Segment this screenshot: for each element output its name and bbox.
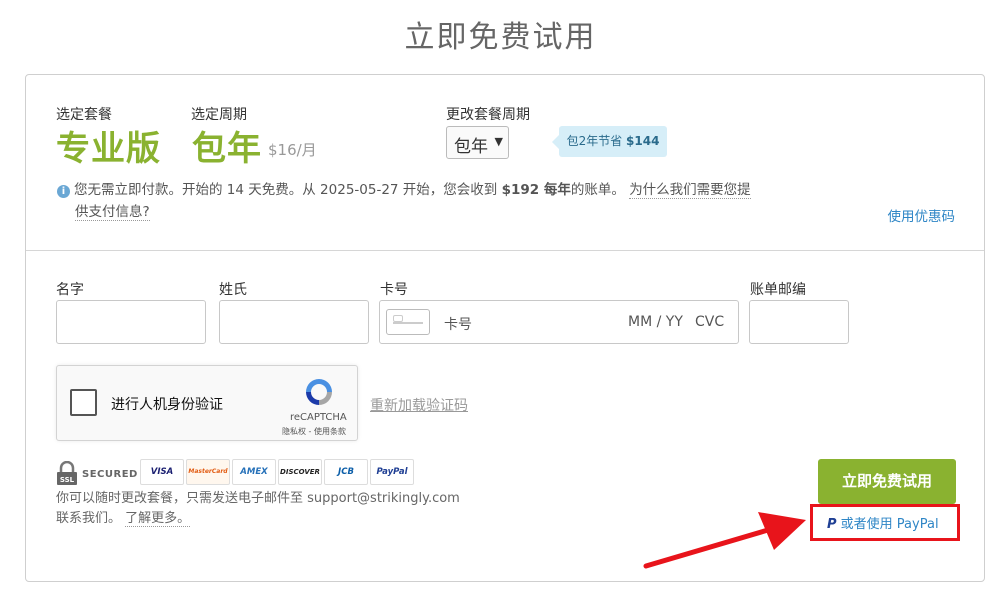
savings-badge: 包2年节省 $144 xyxy=(552,126,667,157)
recaptcha-terms[interactable]: 隐私权 - 使用条款 xyxy=(282,426,346,437)
change-period-label: 更改套餐周期 xyxy=(446,107,530,123)
chevron-down-icon: ▼ xyxy=(494,135,503,148)
recaptcha-widget: 进行人机身份验证 reCAPTCHA 隐私权 - 使用条款 xyxy=(56,365,358,441)
paypal-link[interactable]: P 或者使用 PayPal xyxy=(827,513,939,532)
billing-amount: $192 每年 xyxy=(501,182,571,198)
price-per-month: $16/月 xyxy=(268,141,317,159)
ssl-secured-badge: SSL SECURED xyxy=(56,457,137,487)
recaptcha-icon xyxy=(306,379,332,405)
credit-card-icon xyxy=(386,309,430,335)
amex-card-icon: AMEX xyxy=(232,459,276,485)
red-arrow-annotation xyxy=(643,512,806,569)
card-number-label: 卡号 xyxy=(380,282,408,298)
checkout-card: 选定套餐 专业版 选定周期 包年 $16/月 更改套餐周期 包年 ▼ 包2年节省… xyxy=(25,74,985,582)
savings-text: 包2年节省 xyxy=(566,134,623,148)
recaptcha-brand: reCAPTCHA xyxy=(290,412,347,423)
plan-value: 专业版 xyxy=(56,129,161,169)
start-trial-button[interactable]: 立即免费试用 xyxy=(818,459,956,504)
cvc-placeholder: CVC xyxy=(695,314,725,330)
coupon-link[interactable]: 使用优惠码 xyxy=(888,205,956,225)
recaptcha-label: 进行人机身份验证 xyxy=(111,397,223,413)
billing-info-text-2: 的账单。 xyxy=(570,182,625,198)
page-title: 立即免费试用 xyxy=(404,20,597,55)
learn-more-link[interactable]: 了解更多。 xyxy=(125,511,191,527)
jcb-card-icon: JCB xyxy=(324,459,368,485)
info-icon: i xyxy=(57,185,70,198)
why-payment-link[interactable]: 为什么我们需要您提 xyxy=(629,182,751,199)
period-select-value: 包年 xyxy=(454,137,488,157)
why-payment-link-2[interactable]: 供支付信息? xyxy=(75,204,150,221)
card-number-field[interactable]: 卡号 MM / YY CVC xyxy=(379,300,739,344)
paypal-icon: P xyxy=(827,517,837,532)
first-name-label: 名字 xyxy=(56,282,84,298)
last-name-label: 姓氏 xyxy=(219,282,247,298)
section-divider xyxy=(26,250,984,251)
savings-amount: $144 xyxy=(626,134,660,148)
mastercard-icon: MasterCard xyxy=(186,459,230,485)
card-number-placeholder: 卡号 xyxy=(444,317,472,333)
ssl-lock-text: SSL xyxy=(60,476,75,484)
last-name-field[interactable] xyxy=(219,300,369,344)
ssl-secured-text: SECURED xyxy=(82,469,138,480)
discover-card-icon: DISCOVER xyxy=(278,459,322,485)
footer-note: 你可以随时更改套餐，只需发送电子邮件至 support@strikingly.c… xyxy=(56,489,476,529)
footer-text: 你可以随时更改套餐，只需发送电子邮件至 support@strikingly.c… xyxy=(56,491,460,526)
zip-label: 账单邮编 xyxy=(750,282,806,298)
reload-captcha-link[interactable]: 重新加载验证码 xyxy=(370,395,468,415)
period-select[interactable]: 包年 ▼ xyxy=(446,126,509,159)
first-name-field[interactable] xyxy=(56,300,206,344)
billing-info: i 您无需立即付款。开始的 14 天免费。从 2025-05-27 开始，您会收到… xyxy=(57,179,757,223)
billing-info-text: 您无需立即付款。开始的 14 天免费。从 2025-05-27 开始，您会收到 xyxy=(74,182,498,198)
period-value: 包年 xyxy=(192,129,262,169)
lock-icon: SSL xyxy=(57,461,77,485)
expiry-placeholder: MM / YY xyxy=(628,314,683,330)
paypal-link-text: 或者使用 PayPal xyxy=(840,517,939,532)
paypal-card-icon: PayPal xyxy=(370,459,414,485)
visa-card-icon: VISA xyxy=(140,459,184,485)
recaptcha-checkbox[interactable] xyxy=(70,389,97,416)
paypal-highlight-box: P 或者使用 PayPal xyxy=(810,504,960,541)
zip-field[interactable] xyxy=(749,300,849,344)
